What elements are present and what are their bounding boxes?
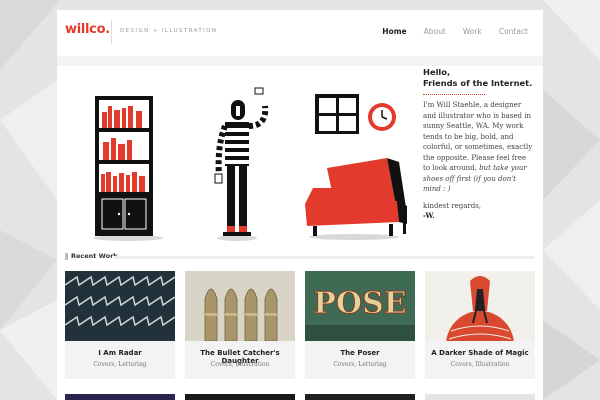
armchair-illustration xyxy=(305,158,407,240)
work-card-bullet-catcher[interactable]: The Bullet Catcher's Daughter Covers, Il… xyxy=(185,271,295,379)
work-categories: Covers, Illustration xyxy=(210,361,270,368)
intro-heading-line2: Friends of the Internet. xyxy=(423,78,533,88)
section-marker xyxy=(65,253,68,260)
work-thumb-magic[interactable] xyxy=(425,271,535,341)
intro-heading-line1: Hello, xyxy=(423,67,451,77)
work-card-darker-shade[interactable]: A Darker Shade of Magic Covers, Illustra… xyxy=(425,271,535,379)
work-card-peek-4[interactable] xyxy=(425,394,535,400)
hero-top-band xyxy=(57,56,543,66)
nav-work[interactable]: Work xyxy=(463,27,482,36)
intro-heading: Hello, Friends of the Internet. xyxy=(423,67,533,89)
main-nav: Home About Work Contact xyxy=(382,27,528,36)
intro-signature: -W. xyxy=(423,211,435,220)
intro-body: I'm Will Staehle, a designer and illustr… xyxy=(423,100,533,195)
striped-figure-illustration xyxy=(214,87,269,241)
poser-thumb-lettering: POSE xyxy=(313,286,406,321)
nav-contact[interactable]: Contact xyxy=(499,27,528,36)
work-card-peek-1[interactable] xyxy=(65,394,175,400)
site-header: willco. DESIGN + ILLUSTRATION Home About… xyxy=(57,10,543,56)
work-card-peek-2[interactable] xyxy=(185,394,295,400)
intro-text-block: Hello, Friends of the Internet. I'm Will… xyxy=(423,67,533,228)
site-tagline: DESIGN + ILLUSTRATION xyxy=(120,28,218,34)
work-title[interactable]: I Am Radar xyxy=(65,349,175,357)
section-rule xyxy=(113,256,535,259)
clock-illustration xyxy=(368,103,396,131)
work-title[interactable]: A Darker Shade of Magic xyxy=(425,349,535,357)
work-card-i-am-radar[interactable]: I Am Radar Covers, Lettering xyxy=(65,271,175,379)
work-thumb-bullets[interactable] xyxy=(185,271,295,341)
nav-about[interactable]: About xyxy=(424,27,446,36)
window-illustration xyxy=(315,94,359,134)
page-container: willco. DESIGN + ILLUSTRATION Home About… xyxy=(57,10,543,400)
intro-closing-text: kindest regards, xyxy=(423,201,482,210)
recent-work-header: Recent Work xyxy=(65,252,535,260)
logo-divider xyxy=(111,20,112,44)
work-categories: Covers, Lettering xyxy=(333,361,387,368)
intro-closing: kindest regards, -W. xyxy=(423,201,533,222)
recent-work-label: Recent Work xyxy=(71,252,118,260)
bookshelf-illustration xyxy=(93,96,163,241)
work-title[interactable]: The Poser xyxy=(305,349,415,357)
work-categories: Covers, Illustration xyxy=(450,361,510,368)
work-card-the-poser[interactable]: POSE The Poser Covers, Lettering xyxy=(305,271,415,379)
work-thumb-poser[interactable]: POSE xyxy=(305,271,415,341)
nav-home[interactable]: Home xyxy=(382,27,406,36)
work-card-peek-3[interactable] xyxy=(305,394,415,400)
dotted-divider xyxy=(423,94,485,95)
work-thumb-radar[interactable] xyxy=(65,271,175,341)
site-logo[interactable]: willco. xyxy=(65,22,110,37)
intro-body-text: I'm Will Staehle, a designer and illustr… xyxy=(423,101,533,172)
work-categories: Covers, Lettering xyxy=(93,361,147,368)
